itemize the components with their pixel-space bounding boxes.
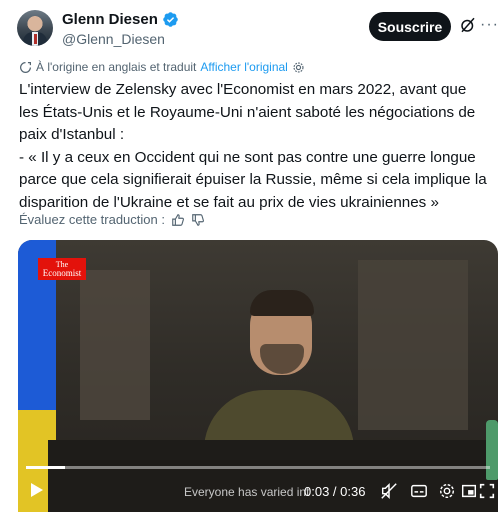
video-time: 0:03 / 0:36 (304, 484, 366, 499)
play-icon[interactable] (30, 482, 44, 498)
author-name-row: Glenn Diesen (62, 11, 179, 28)
translate-icon (20, 61, 31, 73)
economist-logo-line2: Economist (42, 268, 82, 278)
subscribe-button[interactable]: Souscrire (369, 12, 451, 41)
video-progress-bar[interactable] (26, 466, 490, 469)
grok-icon[interactable] (459, 16, 477, 34)
video-progress-fill (26, 466, 65, 469)
more-icon[interactable]: ··· (480, 15, 498, 35)
video-player[interactable]: The Economist Everyone has varied int 0:… (18, 240, 498, 512)
person-hair (250, 290, 314, 316)
video-subtitle: Everyone has varied int (184, 485, 310, 499)
thumbs-up-icon[interactable] (171, 213, 185, 227)
show-original-link[interactable]: Afficher l'original (200, 60, 287, 74)
rate-translation-label: Évaluez cette traduction : (19, 212, 165, 227)
video-controls: Everyone has varied int 0:03 / 0:36 (18, 476, 498, 506)
author-display-name[interactable]: Glenn Diesen (62, 11, 158, 28)
economist-logo: The Economist (38, 258, 86, 280)
translation-note-row: À l'origine en anglais et traduit Affich… (19, 60, 305, 74)
tweet-text: L'interview de Zelensky avec l'Economist… (19, 81, 487, 211)
translation-note: À l'origine en anglais et traduit (36, 60, 197, 74)
rate-translation-row: Évaluez cette traduction : (19, 212, 205, 227)
wall-panel (80, 270, 150, 420)
verified-badge-icon (163, 12, 178, 27)
gear-icon[interactable] (292, 61, 305, 74)
wall-panel-right (358, 260, 468, 430)
tweet-header: Glenn Diesen @Glenn_Diesen Souscrire ··· (0, 0, 502, 56)
mute-icon[interactable] (380, 482, 398, 500)
captions-icon[interactable] (410, 482, 428, 500)
author-handle[interactable]: @Glenn_Diesen (62, 31, 165, 47)
avatar[interactable] (17, 10, 53, 46)
bottle (486, 420, 498, 480)
thumbs-down-icon[interactable] (191, 213, 205, 227)
picture-in-picture-icon[interactable] (460, 482, 478, 500)
gear-settings-icon[interactable] (438, 482, 456, 500)
fullscreen-icon[interactable] (478, 482, 496, 500)
